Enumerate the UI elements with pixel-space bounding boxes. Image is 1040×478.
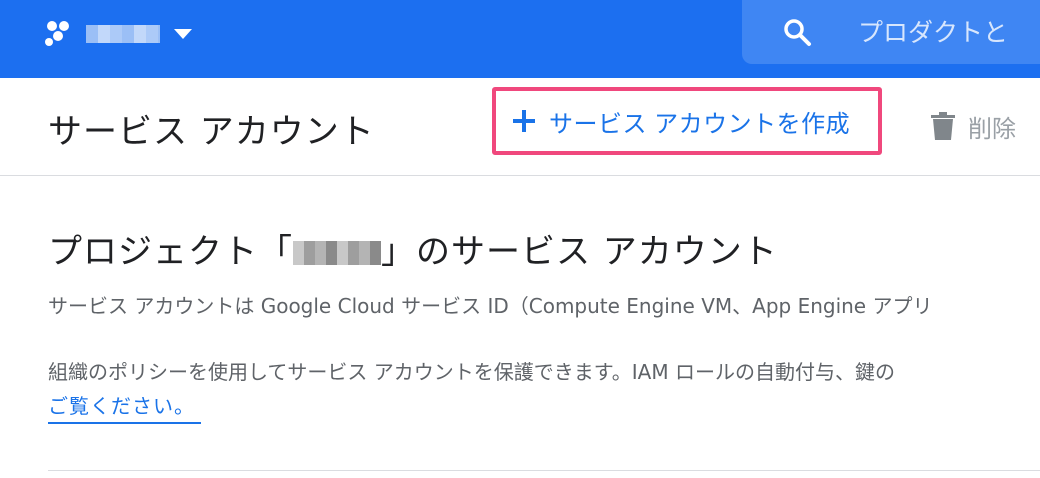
plus-icon xyxy=(513,110,535,132)
description-paragraph-2: 組織のポリシーを使用してサービス アカウントを保護できます。IAM ロールの自動… xyxy=(48,360,895,384)
divider xyxy=(48,470,1040,471)
trash-icon xyxy=(931,112,955,140)
section-heading-prefix: プロジェクト「 xyxy=(48,232,293,272)
action-bar: サービス アカウント サービス アカウントを作成 削除 xyxy=(0,78,1040,176)
section-heading: プロジェクト「 」のサービス アカウント xyxy=(48,224,778,273)
blurred-project-name xyxy=(293,241,381,265)
hexagon-logo-icon xyxy=(45,21,69,46)
project-name xyxy=(86,25,160,43)
page-title: サービス アカウント xyxy=(48,112,375,152)
description-paragraph-1: サービス アカウントは Google Cloud サービス ID（Compute… xyxy=(48,294,933,318)
top-app-bar xyxy=(0,0,1040,78)
chevron-down-icon xyxy=(174,29,192,39)
create-service-account-button[interactable]: サービス アカウントを作成 xyxy=(492,87,882,155)
delete-button[interactable]: 削除 xyxy=(930,108,1016,144)
search-input[interactable] xyxy=(858,17,1040,47)
delete-button-label: 削除 xyxy=(968,115,1016,143)
documentation-link[interactable]: ご覧ください。 xyxy=(48,390,201,424)
search-box[interactable] xyxy=(742,0,1040,64)
create-button-label: サービス アカウントを作成 xyxy=(549,110,851,138)
project-picker[interactable] xyxy=(44,16,192,52)
section-heading-suffix: 」のサービス アカウント xyxy=(381,232,778,272)
search-icon[interactable] xyxy=(782,17,812,47)
